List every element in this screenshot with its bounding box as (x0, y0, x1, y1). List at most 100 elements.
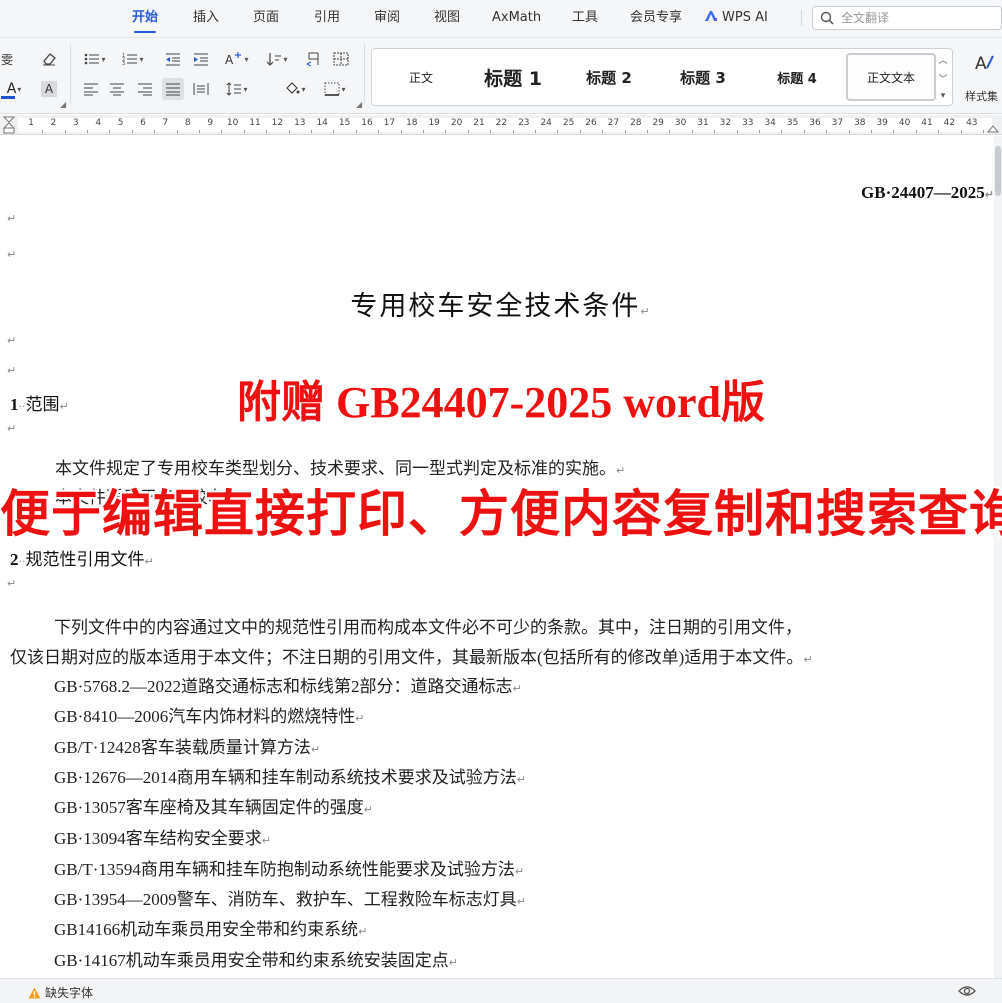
section-2-body-line-2: 仅该日期对应的版本适用于本文件；不注日期的引用文件，其最新版本(包括所有的修改单… (10, 648, 813, 667)
tab-axmath[interactable]: AxMath (492, 0, 541, 36)
svg-text:A: A (225, 53, 234, 66)
status-bar: 缺失字体 (0, 978, 1002, 1003)
horizontal-ruler[interactable]: 1 2 3 4 5 6 7 8 9 10 11 12 13 14 15 16 17 18 19 20 21 22 23 24 2… (0, 115, 1002, 135)
style-gallery: 正文 标题 1 标题 2 标题 3 标题 4 正文文本 (371, 48, 953, 106)
right-indent-marker-icon[interactable] (987, 121, 999, 133)
ruler-tick (64, 130, 66, 133)
tab-page[interactable]: 页面 (253, 0, 279, 36)
document-page[interactable]: GB·24407—2025↵ ↵ ↵ 专用校车安全技术条件↵ ↵ ↵ 1··范围… (0, 136, 1002, 978)
style-set-button[interactable]: A 样式集 (961, 48, 1002, 106)
eye-icon[interactable] (958, 984, 976, 998)
align-right-button[interactable] (134, 78, 156, 100)
distributed-align-button[interactable] (190, 78, 212, 100)
ruler-tick (355, 130, 357, 133)
tab-wps-ai[interactable]: WPS AI (704, 0, 768, 36)
ruler-number: 21 (473, 118, 485, 128)
show-marks-button[interactable] (302, 48, 324, 70)
reference-item: GB·8410—2006汽车内饰材料的燃烧特性↵ (54, 707, 365, 726)
style-heading-1[interactable]: 标题 1 (468, 53, 558, 101)
line-spacing-button[interactable]: ▾ (222, 78, 252, 100)
tab-review[interactable]: 审阅 (374, 0, 400, 36)
font-dialog-launcher[interactable]: ◢ (60, 100, 66, 109)
table-borders-button[interactable] (330, 48, 352, 70)
ruler-tick (378, 130, 380, 133)
paragraph-mark: ↵ (7, 577, 17, 590)
ruler-number: 20 (450, 118, 463, 128)
tab-view[interactable]: 视图 (434, 0, 460, 36)
align-left-button[interactable] (80, 78, 102, 100)
style-gallery-scroller[interactable]: ︿ ﹀ ▾ (935, 50, 951, 104)
ruler-tick (176, 130, 178, 133)
increase-indent-button[interactable] (190, 48, 212, 70)
bullet-list-button[interactable]: ▾ (80, 48, 110, 70)
sort-button[interactable]: ▾ (262, 48, 292, 70)
indent-marker-icon[interactable] (2, 116, 16, 134)
ruler-tick (669, 130, 671, 133)
clear-format-button[interactable] (38, 48, 60, 70)
style-heading-2[interactable]: 标题 2 (564, 53, 654, 101)
ruler-tick (333, 130, 335, 133)
tab-tools[interactable]: 工具 (572, 0, 598, 36)
grid-lines-icon (333, 52, 349, 66)
char-scaling-icon: A (225, 52, 242, 66)
decrease-indent-button[interactable] (162, 48, 184, 70)
tab-insert[interactable]: 插入 (193, 0, 219, 36)
ruler-number: 14 (316, 118, 328, 128)
ruler-number: 28 (630, 118, 642, 128)
ruler-tick (871, 130, 872, 133)
ruler-tick (848, 130, 850, 133)
missing-fonts-indicator[interactable]: 缺失字体 (28, 984, 93, 1001)
chevron-down-icon: ▾ (101, 54, 106, 64)
search-input[interactable] (841, 9, 996, 27)
reference-item: GB·13094客车结构安全要求↵ (54, 829, 271, 848)
ribbon-separator (70, 44, 71, 104)
ruler-tick (691, 130, 693, 133)
paragraph-dialog-launcher[interactable]: ◢ (356, 100, 362, 109)
ruler-number: 42 (943, 118, 956, 128)
tab-member[interactable]: 会员专享 (630, 0, 682, 36)
svg-text:3: 3 (122, 61, 125, 66)
phonetic-guide-button[interactable]: 雯 (0, 48, 18, 70)
ruler-number: 23 (518, 118, 530, 128)
ruler-tick (557, 130, 559, 133)
ruler-number: 8 (184, 118, 191, 128)
ruler-number: 40 (898, 118, 911, 128)
font-color-button[interactable]: A ▾ (0, 78, 28, 100)
char-shading-button[interactable]: A (38, 78, 60, 100)
chevron-down-icon: ▾ (139, 54, 144, 64)
chevron-up-icon[interactable]: ︿ (938, 53, 947, 66)
border-button[interactable]: ▾ (320, 78, 350, 100)
ruler-number: 6 (140, 118, 146, 128)
tab-references[interactable]: 引用 (314, 0, 340, 36)
expand-gallery-icon[interactable]: ▾ (941, 91, 946, 101)
style-body-text[interactable]: 正文文本 (846, 53, 936, 101)
ruler-tick (938, 130, 940, 133)
align-center-button[interactable] (106, 78, 128, 100)
ruler-tick (893, 130, 895, 133)
scrollbar-thumb[interactable] (995, 146, 1001, 196)
chevron-down-icon[interactable]: ﹀ (938, 72, 947, 85)
vertical-scrollbar[interactable] (994, 136, 1002, 978)
search-box[interactable] (812, 6, 1002, 30)
svg-text:A: A (975, 54, 987, 74)
numbered-list-button[interactable]: 1 2 3 ▾ (118, 48, 148, 70)
shading-fill-button[interactable]: ▾ (280, 78, 310, 100)
promo-banner-line-2: 便于编辑直接打印、方便内容复制和搜索查询 (0, 484, 1002, 544)
numbered-list-icon: 123 (122, 53, 138, 66)
style-normal[interactable]: 正文 (382, 53, 460, 101)
reference-item: GB14166机动车乘员用安全带和约束系统↵ (54, 920, 368, 939)
tab-home[interactable]: 开始 (132, 0, 158, 36)
ruler-number: 2 (50, 118, 57, 128)
ruler-tick (423, 130, 424, 133)
style-heading-4[interactable]: 标题 4 (752, 53, 842, 101)
style-heading-3[interactable]: 标题 3 (658, 53, 748, 101)
ruler-number: 25 (562, 118, 575, 128)
bullet-list-icon (85, 53, 100, 65)
ruler-number: 13 (294, 118, 306, 128)
chevron-down-icon: ▾ (244, 54, 249, 64)
justify-button[interactable] (162, 78, 184, 100)
char-scaling-button[interactable]: A ▾ (222, 48, 252, 70)
align-left-icon (84, 83, 98, 96)
ruler-number: 11 (249, 118, 261, 128)
menu-divider (801, 10, 802, 26)
